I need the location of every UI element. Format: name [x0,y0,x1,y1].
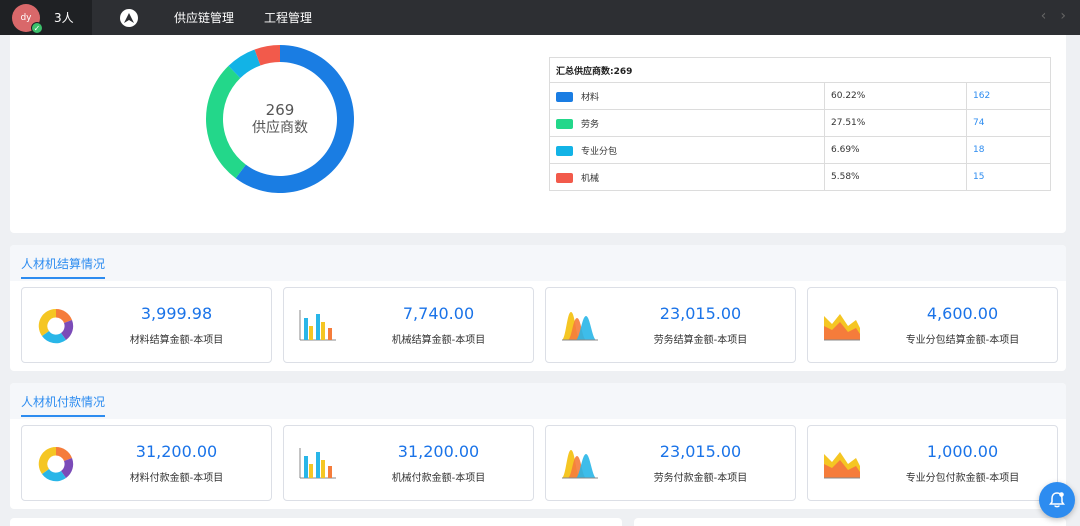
settlement-card-machinery[interactable]: 7,740.00 机械结算金额-本项目 [283,287,534,363]
payment-card-labor[interactable]: 23,015.00 劳务付款金额-本项目 [545,425,796,501]
legend-swatch [556,173,573,183]
settlement-card-subcontract[interactable]: 4,600.00 专业分包结算金额-本项目 [807,287,1058,363]
settlement-title[interactable]: 人材机结算情况 [21,255,105,272]
settlement-amount: 3,999.98 [140,304,213,323]
supplier-summary-card: 269 供应商数 汇总供应商数:269 材料 60.22% 162 劳务 27.… [10,35,1066,233]
row-name: 材料 [581,92,600,103]
bar-chart-icon [298,446,338,482]
table-row: 材料 60.22% 162 [549,82,1051,110]
payment-amount: 1,000.00 [926,442,999,461]
row-count-link[interactable]: 18 [966,136,1051,164]
table-row: 机械 5.58% 15 [549,163,1051,191]
payment-caption: 机械付款金额-本项目 [391,473,486,484]
row-percent: 60.22% [824,82,967,110]
row-count-link[interactable]: 162 [966,82,1051,110]
online-check-icon: ✓ [31,21,43,34]
payment-amount: 31,200.00 [397,442,480,461]
settlement-caption: 材料结算金额-本项目 [129,335,224,346]
settlement-amount: 4,600.00 [926,304,999,323]
row-percent: 5.58% [824,163,967,191]
notification-bell-icon[interactable] [1039,482,1075,518]
settlement-amount: 23,015.00 [659,304,742,323]
table-row: 专业分包 6.69% 18 [549,136,1051,164]
nav-supply-chain[interactable]: 供应链管理 [174,9,234,26]
avatar[interactable]: dy ✓ [12,3,43,34]
chevron-right-icon[interactable]: › [1060,8,1066,24]
app-logo-icon[interactable] [120,8,138,27]
next-panel-left [10,518,622,526]
payment-card-subcontract[interactable]: 1,000.00 专业分包付款金额-本项目 [807,425,1058,501]
settlement-card-material[interactable]: 3,999.98 材料结算金额-本项目 [21,287,272,363]
payment-caption: 专业分包付款金额-本项目 [905,473,1020,484]
nav-engineering[interactable]: 工程管理 [264,9,312,26]
donut-label: 供应商数 [252,120,308,136]
row-name: 专业分包 [581,146,618,157]
payment-title[interactable]: 人材机付款情况 [21,393,105,410]
area-chart-icon [822,446,862,482]
top-navigation-bar: dy ✓ 3人 供应链管理 工程管理 ‹ › [0,0,1080,35]
row-name: 劳务 [581,119,600,130]
peak-chart-icon [560,446,600,482]
payment-amount: 31,200.00 [135,442,218,461]
bar-chart-icon [298,308,338,344]
donut-chart-icon [36,308,76,344]
chevron-left-icon[interactable]: ‹ [1041,8,1047,24]
row-name: 机械 [581,173,600,184]
payment-section: 人材机付款情况 31,200.00 材料付款金额-本项目 31,200.00 机… [10,383,1066,509]
tab-underline [21,277,105,279]
supplier-table-header: 汇总供应商数:269 [549,57,1051,83]
settlement-section: 人材机结算情况 3,999.98 材料结算金额-本项目 7,740.00 机械结… [10,245,1066,371]
row-count-link[interactable]: 15 [966,163,1051,191]
table-row: 劳务 27.51% 74 [549,109,1051,137]
avatar-initials: dy [20,12,32,23]
row-percent: 6.69% [824,136,967,164]
settlement-caption: 机械结算金额-本项目 [391,335,486,346]
settlement-amount: 7,740.00 [402,304,475,323]
supplier-table: 汇总供应商数:269 材料 60.22% 162 劳务 27.51% 74 专业… [549,57,1051,191]
donut-chart-icon [36,446,76,482]
area-chart-icon [822,308,862,344]
donut-total: 269 [265,101,295,119]
payment-card-material[interactable]: 31,200.00 材料付款金额-本项目 [21,425,272,501]
settlement-caption: 劳务结算金额-本项目 [653,335,748,346]
payment-amount: 23,015.00 [659,442,742,461]
legend-swatch [556,92,573,102]
payment-caption: 材料付款金额-本项目 [129,473,224,484]
peak-chart-icon [560,308,600,344]
tab-underline [21,415,105,417]
payment-card-machinery[interactable]: 31,200.00 机械付款金额-本项目 [283,425,534,501]
next-panel-right [634,518,1066,526]
settlement-card-labor[interactable]: 23,015.00 劳务结算金额-本项目 [545,287,796,363]
settlement-caption: 专业分包结算金额-本项目 [905,335,1020,346]
legend-swatch [556,146,573,156]
row-count-link[interactable]: 74 [966,109,1051,137]
row-percent: 27.51% [824,109,967,137]
user-block[interactable]: dy ✓ 3人 [0,0,92,35]
supplier-donut-chart: 269 供应商数 [206,45,354,193]
legend-swatch [556,119,573,129]
payment-caption: 劳务付款金额-本项目 [653,473,748,484]
user-count[interactable]: 3人 [54,9,74,26]
